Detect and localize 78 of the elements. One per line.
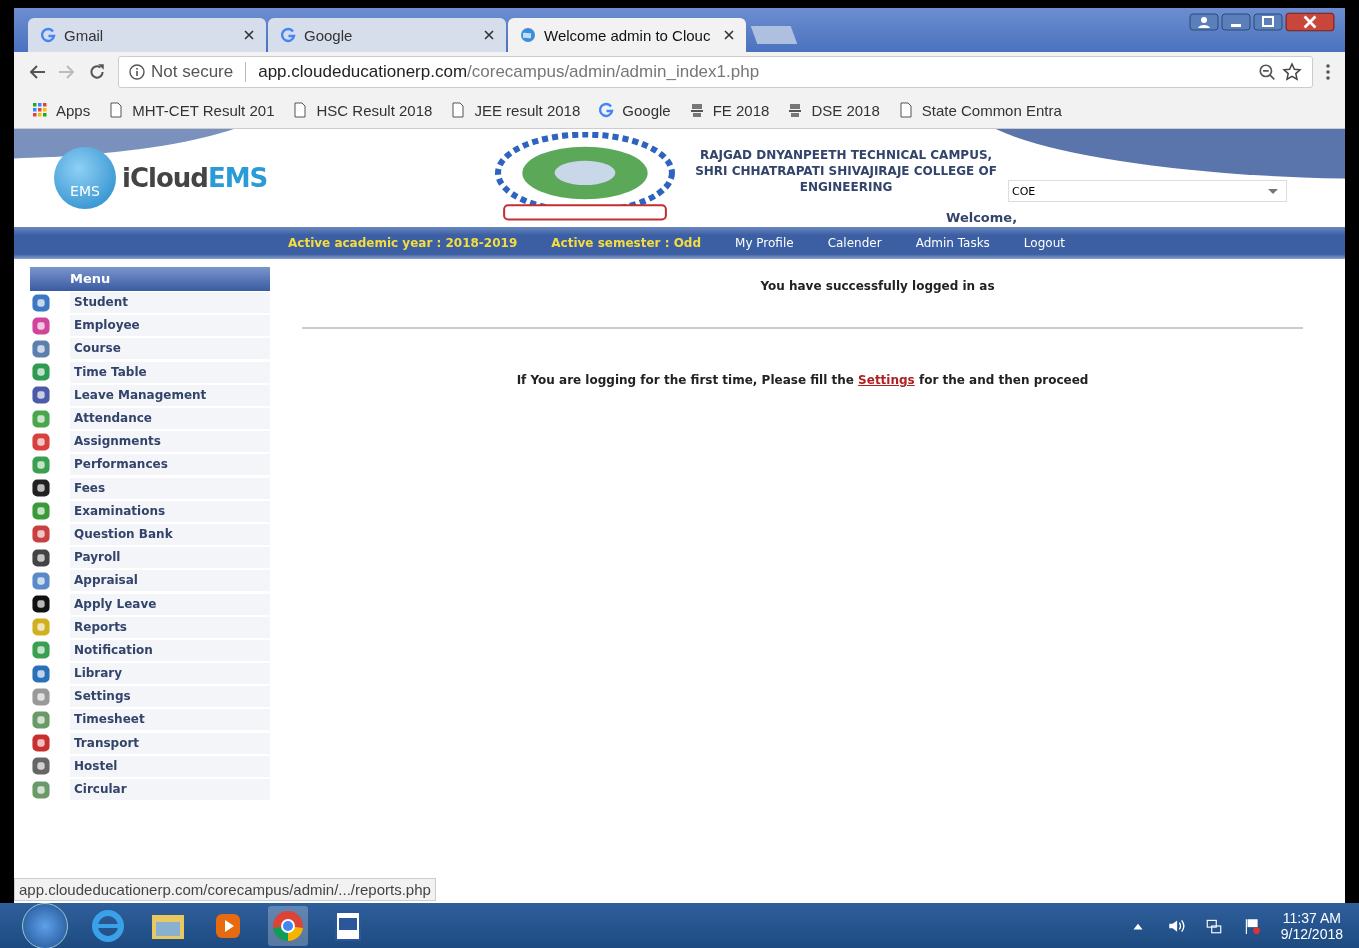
menu-item[interactable]: Reports [70, 616, 270, 638]
bookmark[interactable]: FE 2018 [688, 101, 770, 119]
brand-name: iCloudEMS [122, 163, 268, 193]
apps-grid-icon [32, 102, 48, 118]
first-time-notice: If You are logging for the first time, Please fill the Settings for the and then proceed [515, 373, 1090, 387]
info-icon [129, 64, 145, 80]
menu-item[interactable]: Circular [70, 779, 270, 801]
browser-tab[interactable]: Google [268, 18, 506, 52]
menu-item[interactable]: Payroll [70, 547, 270, 569]
bookmark[interactable]: Apps [32, 101, 91, 119]
menu-header: Menu [30, 267, 270, 291]
cloud-logo-icon: EMS [54, 147, 116, 209]
page-icon [108, 102, 125, 118]
status-url: app.cloudeducationerp.com/corecampus/admin/.../reports.php [14, 878, 436, 901]
minimize-icon[interactable] [1221, 12, 1251, 32]
bookmark[interactable]: Google [598, 101, 671, 119]
menu-item[interactable]: Transport [70, 732, 270, 754]
menu-item[interactable]: Timesheet [70, 709, 270, 731]
google-icon [40, 27, 56, 43]
session-info: Active academic year : 2018-2019 [288, 236, 518, 250]
start-button[interactable] [22, 902, 68, 948]
page-icon [450, 102, 467, 118]
menu-item[interactable]: Assignments [70, 431, 270, 453]
address-bar[interactable]: Not secure app.cloudeducationerp.com/corecampus/admin/admin_index1.php [118, 56, 1313, 88]
reload-icon[interactable] [88, 63, 106, 81]
session-info: Active semester : Odd [551, 236, 702, 250]
menu-item[interactable]: Course [70, 338, 270, 360]
emblem-icon [688, 102, 705, 118]
close-icon[interactable] [724, 30, 734, 40]
menu-item[interactable]: Employee [70, 315, 270, 337]
bookmark[interactable]: DSE 2018 [787, 101, 880, 119]
menu-item[interactable]: Question Bank [70, 523, 270, 545]
welcome-text: Welcome, [946, 210, 1018, 225]
page-icon [292, 102, 309, 118]
browser-tab[interactable]: Gmail [28, 18, 266, 52]
google-icon [280, 27, 296, 43]
browser-tab[interactable]: Welcome admin to Clouc [508, 18, 746, 52]
bookmark[interactable]: State Common Entra [897, 101, 1062, 119]
college-name: SHRI CHHATRAPATI SHIVAJIRAJE COLLEGE OF [694, 163, 998, 179]
settings-link[interactable]: Settings [858, 373, 915, 387]
menu-icon[interactable] [1325, 63, 1331, 81]
emblem-icon [787, 102, 804, 118]
college-select[interactable]: COE [1008, 180, 1287, 202]
menu-item[interactable]: Leave Management [70, 384, 270, 406]
globe-icon [520, 27, 536, 43]
star-icon[interactable] [1282, 62, 1302, 82]
nav-link[interactable]: Calender [827, 236, 882, 250]
menu-item[interactable]: Hostel [70, 755, 270, 777]
bookmark[interactable]: JEE result 2018 [450, 101, 581, 119]
bookmark[interactable]: HSC Result 2018 [292, 101, 433, 119]
close-icon[interactable] [484, 30, 494, 40]
close-icon[interactable] [244, 30, 254, 40]
zoom-out-icon[interactable] [1258, 63, 1276, 81]
menu-item[interactable]: Time Table [70, 361, 270, 383]
google-icon [598, 102, 615, 118]
bookmark[interactable]: MHT-CET Result 201 [108, 101, 275, 119]
close-icon[interactable] [1285, 12, 1335, 32]
menu-item[interactable]: Attendance [70, 408, 270, 430]
menu-item[interactable]: Appraisal [70, 570, 270, 592]
back-icon[interactable] [28, 64, 46, 80]
nav-link[interactable]: Admin Tasks [915, 236, 990, 250]
menu-item[interactable]: Student [70, 292, 270, 314]
menu-item[interactable]: Fees [70, 477, 270, 499]
chrome-icon[interactable] [268, 905, 308, 946]
menu-item[interactable]: Performances [70, 454, 270, 476]
nav-link[interactable]: Logout [1023, 236, 1065, 250]
menu-item[interactable]: Library [70, 663, 270, 685]
menu-item[interactable]: Settings [70, 686, 270, 708]
menu-item[interactable]: Apply Leave [70, 593, 270, 615]
user-icon[interactable] [1189, 12, 1219, 32]
nav-link[interactable]: My Profile [735, 236, 794, 250]
page-icon [897, 102, 914, 118]
login-message: You have successfully logged in as [759, 279, 996, 293]
maximize-icon[interactable] [1253, 12, 1283, 32]
menu-item[interactable]: Notification [70, 639, 270, 661]
college-name: RAJGAD DNYANPEETH TECHNICAL CAMPUS, [698, 147, 994, 163]
clock[interactable]: 11:37 AM 9/12/2018 [1280, 909, 1343, 942]
menu-item[interactable]: Examinations [70, 500, 270, 522]
